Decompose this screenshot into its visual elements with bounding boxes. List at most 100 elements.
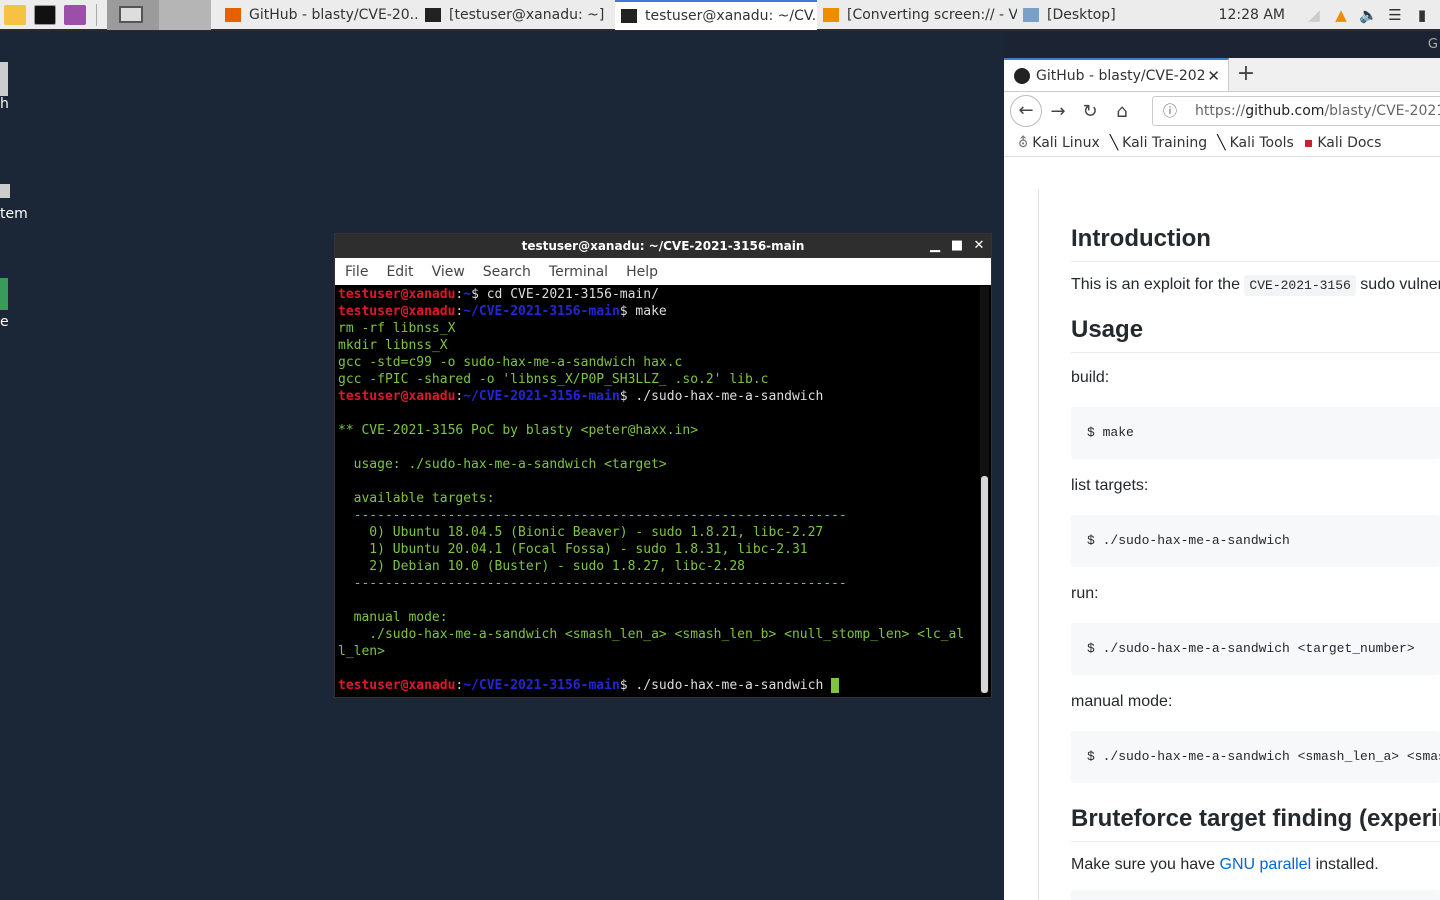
taskbar-task[interactable]: GitHub - blasty/CVE-20... (219, 0, 419, 30)
bookmarks-bar: ⛢ Kali Linux ╲ Kali Training ╲ Kali Tools ▪ Kal… (1004, 130, 1440, 157)
command-text: ./sudo-hax-me-a-sandwich (627, 389, 824, 404)
taskbar-task[interactable]: testuser@xanadu: ~/CV... (615, 0, 817, 30)
url-bar[interactable]: ⓘ https://github.com/blasty/CVE-2021-315… (1152, 96, 1440, 126)
bruteforce-code (1071, 890, 1440, 900)
bookmark-kali-tools[interactable]: Kali Tools (1230, 135, 1294, 151)
heading-introduction: Introduction (1071, 225, 1440, 262)
menu-file[interactable]: File (335, 264, 376, 280)
vlc-icon (823, 7, 839, 22)
bookmark-kali-training[interactable]: Kali Training (1122, 135, 1207, 151)
gnu-parallel-link[interactable]: GNU parallel (1220, 856, 1312, 873)
terminal-icon (425, 7, 441, 22)
close-tab-icon[interactable]: ✕ (1207, 67, 1220, 85)
bookmark-kali-docs[interactable]: Kali Docs (1317, 135, 1381, 151)
run-code: $ ./sudo-hax-me-a-sandwich <target_numbe… (1071, 623, 1440, 675)
bookmark-icon: ⛢ (1018, 135, 1029, 151)
notes-icon[interactable]: ☰ (1386, 6, 1404, 24)
home-icon (0, 278, 8, 310)
clock[interactable]: 12:28 AM (1219, 7, 1285, 23)
menu-terminal[interactable]: Terminal (539, 264, 616, 280)
terminal-line: l_len> (338, 643, 979, 660)
menu-edit[interactable]: Edit (376, 264, 421, 280)
vlc-tray-icon[interactable]: ▲ (1332, 6, 1350, 24)
prompt-path: ~ (463, 287, 472, 302)
task-label: GitHub - blasty/CVE-20... (249, 6, 419, 23)
terminal-scrollbar[interactable] (980, 286, 989, 693)
task-label: [testuser@xanadu: ~] (449, 6, 605, 23)
task-label: [Converting screen:// - V... (847, 6, 1017, 23)
firefox-icon (225, 7, 241, 22)
prompt-user: testuser@xanadu (338, 389, 456, 404)
terminal-output[interactable]: testuser@xanadu:~$ cd CVE-2021-3156-main… (338, 286, 979, 695)
trash-icon (0, 62, 8, 96)
output-text: gcc -fPIC -shared -o 'libnss_X/P0P_SH3LL… (338, 372, 769, 387)
wifi-icon[interactable]: ◢ (1305, 6, 1323, 24)
github-icon (1014, 67, 1030, 84)
maximize-button[interactable]: ■ (947, 234, 967, 258)
app-launcher-icon[interactable] (64, 4, 86, 25)
file-manager-icon[interactable] (4, 4, 26, 25)
taskbar-task[interactable]: [testuser@xanadu: ~] (419, 0, 615, 30)
bruteforce-paragraph: Make sure you have GNU parallel installe… (1071, 856, 1379, 873)
bookmark-kali-linux[interactable]: Kali Linux (1032, 135, 1099, 151)
taskbar-task[interactable]: [Converting screen:// - V... (817, 0, 1017, 30)
output-text: 2) Debian 10.0 (Buster) - sudo 1.8.27, l… (338, 559, 745, 574)
heading-usage: Usage (1071, 316, 1440, 353)
drive-icon (0, 184, 10, 198)
prompt-path: ~/CVE-2021-3156-main (463, 389, 620, 404)
browser-tab-bar: GitHub - blasty/CVE-2021-3156 ✕ + (1004, 58, 1440, 92)
readme-content: Introduction This is an exploit for the … (1038, 189, 1440, 900)
manual-code: $ ./sudo-hax-me-a-sandwich <smash_len_a>… (1071, 731, 1440, 783)
power-icon[interactable]: ▮ (1413, 6, 1431, 24)
desktop-icon-trash[interactable]: h (0, 62, 9, 112)
desktop-icon (1023, 7, 1039, 22)
terminal-launcher-icon[interactable] (34, 4, 56, 25)
workspace-1[interactable] (107, 0, 159, 30)
close-button[interactable]: ✕ (969, 234, 989, 258)
reload-button[interactable]: ↻ (1074, 101, 1106, 122)
tab-github[interactable]: GitHub - blasty/CVE-2021-3156 ✕ (1004, 58, 1229, 91)
forward-button[interactable]: → (1042, 101, 1074, 122)
build-label: build: (1071, 369, 1110, 386)
output-text: ----------------------------------------… (338, 508, 847, 523)
command-text: cd CVE-2021-3156-main/ (478, 287, 659, 302)
terminal-line: ./sudo-hax-me-a-sandwich <smash_len_a> <… (338, 626, 979, 643)
prompt-dollar: $ (471, 287, 479, 302)
output-text: l_len> (338, 644, 385, 659)
desktop-icon-home[interactable]: e (0, 278, 9, 330)
output-text: ** CVE-2021-3156 PoC by blasty <peter@ha… (338, 423, 699, 438)
terminal-line: testuser@xanadu:~/CVE-2021-3156-main$ ma… (338, 303, 979, 320)
prompt-dollar: $ (619, 304, 628, 319)
terminal-line: usage: ./sudo-hax-me-a-sandwich <target> (338, 456, 979, 473)
terminal-window[interactable]: testuser@xanadu: ~/CVE-2021-3156-main ▁ … (334, 233, 992, 698)
taskbar-task[interactable]: [Desktop] (1017, 0, 1122, 30)
back-button[interactable]: ← (1010, 95, 1042, 127)
desktop-icon-filesystem[interactable]: tem (0, 184, 28, 222)
output-text: available targets: (338, 491, 495, 506)
prompt-dollar: $ (619, 678, 628, 693)
output-text: manual mode: (338, 610, 448, 625)
terminal-title-bar[interactable]: testuser@xanadu: ~/CVE-2021-3156-main ▁ … (335, 234, 991, 258)
info-icon[interactable]: ⓘ (1163, 101, 1177, 121)
build-code: $ make (1071, 407, 1440, 459)
output-text: mkdir libnss_X (338, 338, 448, 353)
minimize-button[interactable]: ▁ (925, 234, 945, 258)
workspace-2[interactable] (159, 0, 211, 30)
task-label: testuser@xanadu: ~/CV... (645, 8, 817, 24)
home-button[interactable]: ⌂ (1106, 101, 1138, 122)
volume-icon[interactable]: 🔈 (1359, 6, 1378, 24)
output-text: ----------------------------------------… (338, 576, 847, 591)
menu-search[interactable]: Search (473, 264, 539, 280)
prompt-user: testuser@xanadu (338, 287, 456, 302)
bookmark-icon: ╲ (1109, 135, 1119, 151)
menu-view[interactable]: View (422, 264, 473, 280)
menu-help[interactable]: Help (616, 264, 666, 280)
manual-label: manual mode: (1071, 693, 1173, 710)
new-tab-button[interactable]: + (1229, 58, 1263, 91)
navigation-bar: ← → ↻ ⌂ ⓘ https://github.com/blasty/CVE-… (1004, 92, 1440, 130)
prompt-user: testuser@xanadu (338, 678, 456, 693)
